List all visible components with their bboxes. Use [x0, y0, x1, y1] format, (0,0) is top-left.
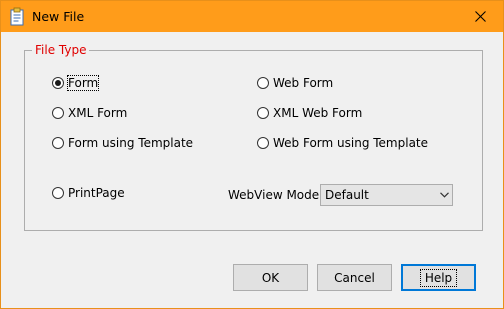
radio-indicator — [52, 107, 64, 119]
webview-mode-value: Default — [325, 188, 369, 202]
group-legend: File Type — [32, 43, 90, 57]
cancel-button[interactable]: Cancel — [317, 264, 392, 291]
radio-indicator — [257, 137, 269, 149]
radio-xml-form[interactable]: XML Form — [52, 105, 127, 121]
radio-form[interactable]: Form — [52, 75, 100, 91]
chevron-down-icon — [436, 192, 452, 198]
radio-printpage-label: PrintPage — [68, 186, 125, 200]
radio-form-using-template-label: Form using Template — [68, 136, 194, 150]
radio-printpage[interactable]: PrintPage — [52, 185, 125, 201]
webview-mode-select[interactable]: Default — [320, 184, 453, 206]
radio-form-using-template[interactable]: Form using Template — [52, 135, 193, 151]
radio-indicator — [257, 107, 269, 119]
radio-web-form-using-template[interactable]: Web Form using Template — [257, 135, 428, 151]
radio-web-form[interactable]: Web Form — [257, 75, 333, 91]
radio-indicator — [52, 187, 64, 199]
radio-xml-web-form[interactable]: XML Web Form — [257, 105, 362, 121]
document-new-icon — [10, 7, 24, 26]
window-title: New File — [32, 9, 85, 24]
radio-xml-form-label: XML Form — [68, 106, 128, 120]
help-button-label: Help — [419, 268, 458, 287]
radio-form-label: Form — [66, 75, 100, 91]
webview-mode-label: WebView Mode: — [228, 188, 324, 202]
close-icon — [474, 11, 486, 22]
new-file-dialog: New File File Type Form XML Form Form us… — [0, 0, 504, 309]
radio-web-form-label: Web Form — [273, 76, 334, 90]
close-button[interactable] — [457, 1, 503, 32]
title-bar[interactable]: New File — [1, 1, 503, 32]
radio-xml-web-form-label: XML Web Form — [273, 106, 363, 120]
cancel-button-label: Cancel — [334, 270, 375, 285]
ok-button[interactable]: OK — [233, 264, 308, 291]
help-button[interactable]: Help — [401, 264, 476, 291]
radio-web-form-using-template-label: Web Form using Template — [273, 136, 429, 150]
radio-indicator — [52, 77, 64, 89]
radio-indicator — [52, 137, 64, 149]
radio-indicator — [257, 77, 269, 89]
ok-button-label: OK — [261, 270, 280, 285]
